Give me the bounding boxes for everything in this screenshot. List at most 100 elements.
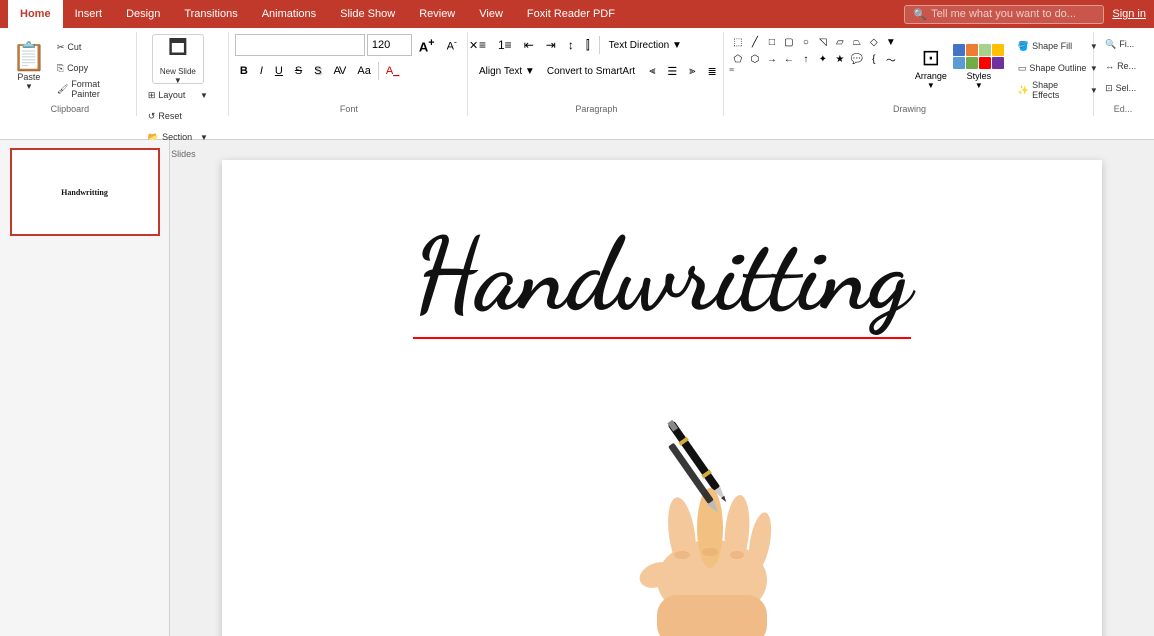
justify-button[interactable]: ≣ [703,60,722,82]
shapes-grid: ⬚ ╱ □ ▢ ○ ◹ ▱ ⏢ ◇ ▼ ⬠ ⬡ → ← ↑ [730,34,899,67]
layout-button[interactable]: ⊞ Layout ▼ [143,85,213,105]
italic-button[interactable]: I [255,60,268,82]
arrange-icon: ⊡ [922,45,940,71]
pen-group [666,419,730,505]
styles-dropdown: ▼ [975,81,983,90]
shape-parallelogram[interactable]: ▱ [832,34,848,50]
para-row-1: ≡ 1≡ ⇤ ⇥ ↕ ⫿ Text Direction ▼ [474,34,719,56]
shape-diamond[interactable]: ◇ [866,34,882,50]
spacing-button[interactable]: AV [329,60,351,82]
quick-styles-button[interactable]: Styles ▼ [953,34,1005,100]
new-slide-button[interactable]: 🗖 New Slide ▼ [152,34,204,84]
decrease-font-button[interactable]: A- [442,34,462,56]
tab-view[interactable]: View [467,0,515,28]
replace-button[interactable]: ↔ Re... [1100,56,1150,76]
underline-button[interactable]: U [270,60,288,82]
tab-foxit[interactable]: Foxit Reader PDF [515,0,627,28]
shape-arrow-u[interactable]: ↑ [798,51,814,67]
shape-outline-button[interactable]: ▭ Shape Outline ▼ [1013,58,1103,78]
convert-smartart-button[interactable]: Convert to SmartArt [542,60,640,82]
tab-slideshow[interactable]: Slide Show [328,0,407,28]
slides-buttons: 🗖 New Slide ▼ ⊞ Layout ▼ ↺ [143,34,224,147]
slide-canvas[interactable]: Handwritting [222,160,1102,636]
shape-oval[interactable]: ○ [798,34,814,50]
numbering-button[interactable]: 1≡ [493,34,517,56]
shape-callout[interactable]: 💬 [849,51,865,67]
shape-select[interactable]: ⬚ [730,34,746,50]
font-color-button[interactable]: A_ [381,60,404,82]
increase-indent-button[interactable]: ⇥ [541,34,561,56]
shape-arrow-l[interactable]: ← [781,51,797,67]
cut-icon: ✂ [57,42,65,53]
search-input[interactable] [931,8,1095,20]
shape-pent[interactable]: ⬠ [730,51,746,67]
shape-wave[interactable]: 〜 [883,51,899,67]
decrease-indent-button[interactable]: ⇤ [519,34,539,56]
font-format-row: B I U S S AV Aa A_ [235,60,463,82]
tab-insert[interactable]: Insert [63,0,115,28]
paste-button[interactable]: 📋 Paste ▼ [8,34,50,100]
align-text-button[interactable]: Align Text ▼ [474,60,540,82]
tab-home[interactable]: Home [8,0,63,28]
select-button[interactable]: ⊡ Sel... [1100,78,1150,98]
line-spacing-button[interactable]: ↕ [563,34,579,56]
shape-round-rect[interactable]: ▢ [781,34,797,50]
clipboard-buttons: 📋 Paste ▼ ✂ Cut ⎘ Copy 🖌 [8,34,132,102]
copy-icon: ⎘ [57,63,64,74]
font-name-input[interactable] [235,34,365,56]
shape-effects-button[interactable]: ✨ Shape Effects ▼ [1013,80,1103,100]
align-right-button[interactable]: ⫸ [684,60,700,82]
text-direction-button[interactable]: Text Direction ▼ [604,34,687,56]
shape-fill-button[interactable]: 🪣 Shape Fill ▼ [1013,36,1103,56]
paragraph-controls: ≡ 1≡ ⇤ ⇥ ↕ ⫿ Text Direction ▼ Align Text… [474,34,719,102]
align-left-button[interactable]: ⫷ [644,60,660,82]
shape-rect[interactable]: □ [764,34,780,50]
divider [599,36,600,54]
case-button[interactable]: Aa [352,60,375,82]
shape-line[interactable]: ╱ [747,34,763,50]
cut-button[interactable]: ✂ Cut [52,37,132,57]
reset-button[interactable]: ↺ Reset [143,106,213,126]
format-painter-button[interactable]: 🖌 Format Painter [52,79,132,99]
editing-label: Ed... [1100,102,1146,116]
select-icon: ⊡ [1105,83,1113,94]
shape-star4[interactable]: ✦ [815,51,831,67]
clipboard-group: 📋 Paste ▼ ✂ Cut ⎘ Copy 🖌 [4,32,137,116]
slide-sub-buttons: ⊞ Layout ▼ ↺ Reset 📂 Section ▼ [143,85,213,147]
slide-thumbnail-1[interactable]: Handwritting [10,148,160,236]
sign-in-link[interactable]: Sign in [1112,8,1146,20]
find-button[interactable]: 🔍 Fi... [1100,34,1150,54]
shape-trap[interactable]: ⏢ [849,34,865,50]
text-shadow-button[interactable]: S [309,60,326,82]
font-size-input[interactable] [367,34,412,56]
reset-icon: ↺ [148,111,156,122]
arrange-button[interactable]: ⊡ Arrange ▼ [911,34,951,100]
shape-right-tri[interactable]: ◹ [815,34,831,50]
copy-button[interactable]: ⎘ Copy [52,58,132,78]
tab-design[interactable]: Design [114,0,172,28]
search-box[interactable]: 🔍 [904,5,1104,24]
bullets-button[interactable]: ≡ [474,34,491,56]
columns-button[interactable]: ⫿ [581,34,595,56]
clipboard-small-buttons: ✂ Cut ⎘ Copy 🖌 Format Painter [52,34,132,102]
tab-animations[interactable]: Animations [250,0,328,28]
shape-arrow-r[interactable]: → [764,51,780,67]
strikethrough-button[interactable]: S [290,60,307,82]
para-row-2: Align Text ▼ Convert to SmartArt ⫷ ☰ ⫸ ≣… [474,60,719,82]
tab-review[interactable]: Review [407,0,467,28]
shapes-more[interactable]: ▼ [883,34,899,50]
shape-hex[interactable]: ⬡ [747,51,763,67]
tab-transitions[interactable]: Transitions [172,0,249,28]
knuckle-1 [674,551,690,559]
bold-button[interactable]: B [235,60,253,82]
layout-icon: ⊞ [148,90,156,101]
increase-font-button[interactable]: A+ [414,34,440,56]
search-icon: 🔍 [913,8,927,21]
layout-dropdown: ▼ [200,91,208,100]
shape-bracket[interactable]: { [866,51,882,67]
drawing-group: ⬚ ╱ □ ▢ ○ ◹ ▱ ⏢ ◇ ▼ ⬠ ⬡ → ← ↑ [726,32,1094,116]
new-slide-area: 🗖 New Slide ▼ ⊞ Layout ▼ ↺ [143,34,213,147]
font-label: Font [235,102,463,116]
align-center-button[interactable]: ☰ [662,60,682,82]
shape-star5[interactable]: ★ [832,51,848,67]
